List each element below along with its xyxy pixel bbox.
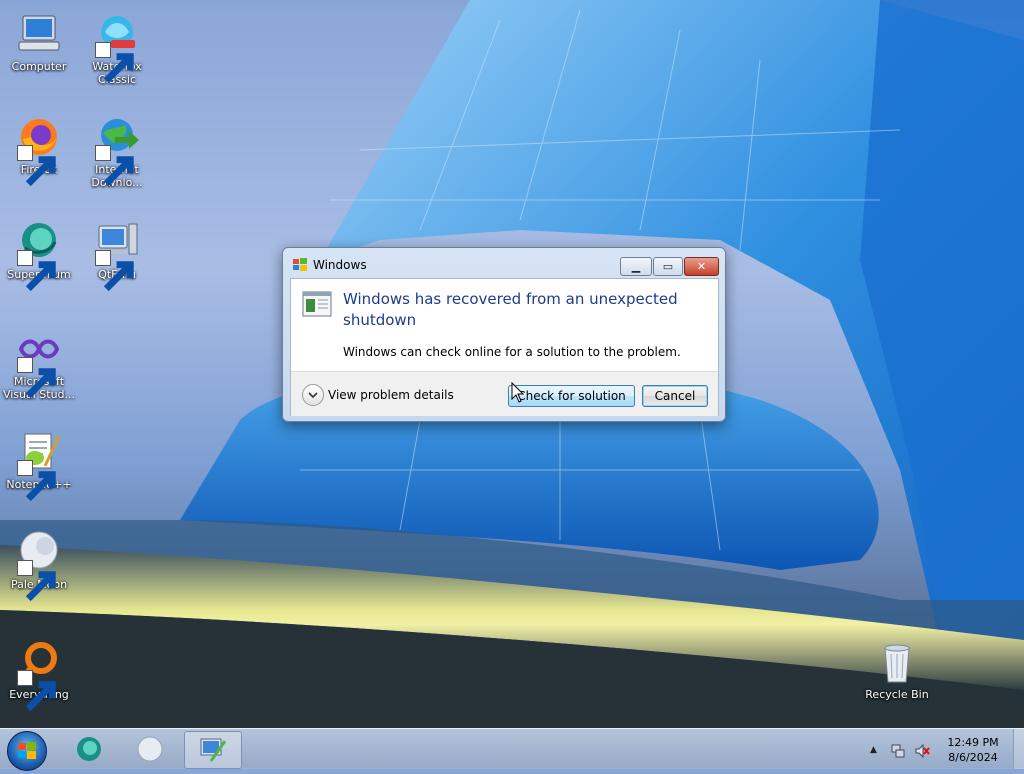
supermium-icon — [77, 737, 101, 761]
dialog-footer: View problem details Check for solution … — [291, 371, 718, 416]
chevron-down-icon — [308, 392, 318, 399]
dialog-heading: Windows has recovered from an unexpected… — [343, 290, 678, 329]
desktop-icon-notepadpp[interactable]: Notepad++ — [0, 428, 78, 502]
check-for-solution-button[interactable]: Check for solution — [508, 385, 635, 407]
shortcut-arrow-icon — [17, 357, 56, 399]
close-icon: ✕ — [696, 260, 707, 273]
shortcut-arrow-icon — [95, 42, 134, 84]
dialog-message: Windows can check online for a solution … — [343, 345, 681, 359]
show-hidden-icons-button[interactable]: ▲ — [870, 745, 886, 761]
recovery-dialog: Windows ▁ ▭ ✕ Windows has recovered from… — [282, 247, 726, 422]
view-problem-details-link[interactable]: View problem details — [328, 388, 454, 402]
desktop-icon-label: Recycle Bin — [865, 688, 929, 701]
desktop-icon-pale-moon[interactable]: Pale Moon — [0, 528, 78, 602]
shortcut-arrow-icon — [17, 145, 56, 187]
taskbar-app-supermium[interactable] — [62, 731, 118, 767]
expand-details-button[interactable] — [302, 384, 324, 406]
network-icon[interactable] — [890, 743, 906, 759]
desktop-icon-supermium[interactable]: Supermium — [0, 218, 78, 292]
maximize-icon: ▭ — [662, 260, 674, 273]
mouse-cursor-icon — [511, 382, 525, 403]
shortcut-arrow-icon — [17, 250, 56, 292]
windows-flag-icon — [293, 258, 307, 271]
desktop-icon-computer[interactable]: Computer — [0, 10, 78, 73]
shortcut-arrow-icon — [17, 560, 56, 602]
desktop-icon-waterfox[interactable]: Waterfox Classic — [78, 10, 156, 86]
minimize-button[interactable]: ▁ — [620, 257, 652, 276]
desktop-icon-internet-download-manager[interactable]: Internet Downlo... — [78, 113, 156, 189]
desktop-icon-visual-studio[interactable]: Microsoft Visual Stud... — [0, 325, 78, 401]
desktop-icon-everything[interactable]: Everything — [0, 638, 78, 712]
system-clock[interactable]: 12:49 PM 8/6/2024 — [940, 735, 1006, 765]
start-button[interactable] — [7, 731, 47, 771]
dialog-content: Windows has recovered from an unexpected… — [290, 278, 719, 416]
volume-muted-icon[interactable] — [914, 743, 930, 759]
windows-logo-icon — [18, 742, 36, 759]
clock-time: 12:49 PM — [947, 736, 999, 749]
shortcut-arrow-icon — [17, 670, 56, 712]
taskbar-app-pale-moon[interactable] — [123, 731, 179, 767]
computer-icon — [18, 15, 60, 51]
desktop-icon-firefox[interactable]: Firefox — [0, 113, 78, 187]
show-desktop-button[interactable] — [1013, 729, 1024, 769]
maximize-button[interactable]: ▭ — [653, 257, 683, 276]
close-button[interactable]: ✕ — [684, 257, 719, 276]
shortcut-arrow-icon — [17, 460, 56, 502]
pale-moon-icon — [137, 736, 163, 762]
desktop-icon-label: Computer — [11, 60, 67, 73]
minimize-icon: ▁ — [631, 260, 641, 273]
desktop-icon-recycle-bin[interactable]: Recycle Bin — [858, 638, 936, 701]
desktop-icon-qtemu[interactable]: QtEmu — [78, 218, 156, 292]
taskbar-app-qtemu[interactable] — [184, 731, 242, 769]
qtemu-icon — [200, 738, 227, 762]
taskbar: ▲ 12:49 PM 8/6/2024 — [0, 728, 1024, 771]
dialog-title: Windows — [313, 258, 367, 272]
clock-date: 8/6/2024 — [948, 751, 998, 764]
error-report-icon — [302, 291, 332, 317]
cancel-button[interactable]: Cancel — [642, 385, 708, 407]
recycle-bin-icon — [884, 644, 910, 683]
shortcut-arrow-icon — [95, 250, 134, 292]
shortcut-arrow-icon — [95, 145, 134, 187]
dialog-titlebar[interactable]: Windows ▁ ▭ ✕ — [283, 248, 725, 278]
